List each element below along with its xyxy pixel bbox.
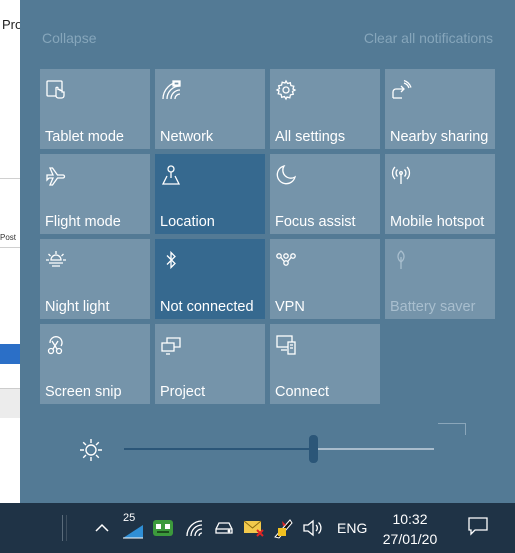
background-app-window: Pro Post xyxy=(0,0,20,503)
tile-label: Nearby sharing xyxy=(390,129,489,145)
tile-label: Project xyxy=(160,384,206,400)
tile-screen-snip[interactable]: Screen snip xyxy=(40,324,150,404)
tile-network[interactable]: Network xyxy=(155,69,265,149)
bluetooth-icon xyxy=(160,249,182,271)
tile-project[interactable]: Project xyxy=(155,324,265,404)
tile-connect[interactable]: Connect xyxy=(270,324,380,404)
taskbar: 25 ENG 10:32 27/01/20 xyxy=(0,503,515,553)
vpn-icon xyxy=(275,249,297,271)
panel-corner-mark xyxy=(438,423,466,424)
background-app-toolbar xyxy=(0,388,20,418)
tile-label: Location xyxy=(160,214,215,230)
tile-label: Not connected xyxy=(160,299,254,315)
hotspot-icon xyxy=(390,164,412,186)
tile-all-settings[interactable]: All settings xyxy=(270,69,380,149)
background-app-title: Pro xyxy=(2,17,20,32)
clock[interactable]: 10:32 27/01/20 xyxy=(378,509,442,549)
drive-icon[interactable] xyxy=(212,515,236,541)
night-light-icon xyxy=(45,249,67,271)
badge-app-icon[interactable] xyxy=(120,515,146,541)
tile-label: Screen snip xyxy=(45,384,122,400)
tile-mobile-hotspot[interactable]: Mobile hotspot xyxy=(385,154,495,234)
brightness-slider-fill xyxy=(124,448,314,450)
tile-label: Flight mode xyxy=(45,214,121,230)
network-icon xyxy=(160,79,182,101)
tile-location[interactable]: Location xyxy=(155,154,265,234)
battery-saver-icon xyxy=(390,249,412,271)
wifi-icon[interactable] xyxy=(183,515,207,541)
nearby-sharing-icon xyxy=(390,79,412,101)
project-icon xyxy=(160,334,182,356)
brightness-control xyxy=(78,435,473,465)
tile-flight-mode[interactable]: Flight mode xyxy=(40,154,150,234)
background-app-divider xyxy=(0,247,20,248)
tile-label: Tablet mode xyxy=(45,129,124,145)
security-icon[interactable] xyxy=(270,515,296,541)
green-app-icon[interactable] xyxy=(150,515,176,541)
settings-gear-icon xyxy=(275,79,297,101)
clock-date: 27/01/20 xyxy=(382,531,438,547)
tile-nearby-sharing[interactable]: Nearby sharing xyxy=(385,69,495,149)
tile-label: Night light xyxy=(45,299,110,315)
chevron-up-icon[interactable] xyxy=(92,515,112,541)
tile-label: Battery saver xyxy=(390,299,476,315)
tile-label: Mobile hotspot xyxy=(390,214,485,230)
tile-bluetooth[interactable]: Not connected xyxy=(155,239,265,319)
tile-tablet-mode[interactable]: Tablet mode xyxy=(40,69,150,149)
moon-icon xyxy=(275,164,297,186)
tablet-mode-icon xyxy=(45,79,67,101)
location-icon xyxy=(160,164,182,186)
brightness-slider[interactable] xyxy=(124,435,434,463)
tile-label: Network xyxy=(160,129,214,145)
brightness-sun-icon xyxy=(78,437,104,463)
taskbar-divider xyxy=(62,515,63,541)
tile-label: Connect xyxy=(275,384,330,400)
panel-corner-mark xyxy=(465,423,466,435)
clear-all-notifications-button[interactable]: Clear all notifications xyxy=(364,30,493,46)
tile-vpn[interactable]: VPN xyxy=(270,239,380,319)
input-language-indicator[interactable]: ENG xyxy=(337,520,367,536)
volume-icon[interactable] xyxy=(300,515,326,541)
background-app-divider xyxy=(0,178,20,179)
tile-battery-saver[interactable]: Battery saver xyxy=(385,239,495,319)
connect-icon xyxy=(275,334,297,356)
airplane-icon xyxy=(45,164,67,186)
clock-time: 10:32 xyxy=(392,511,428,527)
tile-label: All settings xyxy=(275,129,346,145)
tile-night-light[interactable]: Night light xyxy=(40,239,150,319)
brightness-slider-thumb[interactable] xyxy=(309,435,319,463)
tile-focus-assist[interactable]: Focus assist xyxy=(270,154,380,234)
action-center-icon xyxy=(467,516,489,541)
action-center-panel: Collapse Clear all notifications Tablet … xyxy=(20,0,515,503)
quick-actions-grid: Tablet mode Network All settings Nearby … xyxy=(40,69,495,404)
screen-snip-icon xyxy=(45,334,67,356)
collapse-button[interactable]: Collapse xyxy=(42,30,96,46)
tile-label: VPN xyxy=(275,299,305,315)
action-center-button[interactable] xyxy=(455,503,500,553)
taskbar-divider xyxy=(66,515,67,541)
tile-label: Focus assist xyxy=(275,214,356,230)
background-app-selection xyxy=(0,344,20,364)
background-app-text: Post xyxy=(0,233,17,242)
mail-icon[interactable] xyxy=(241,515,267,541)
